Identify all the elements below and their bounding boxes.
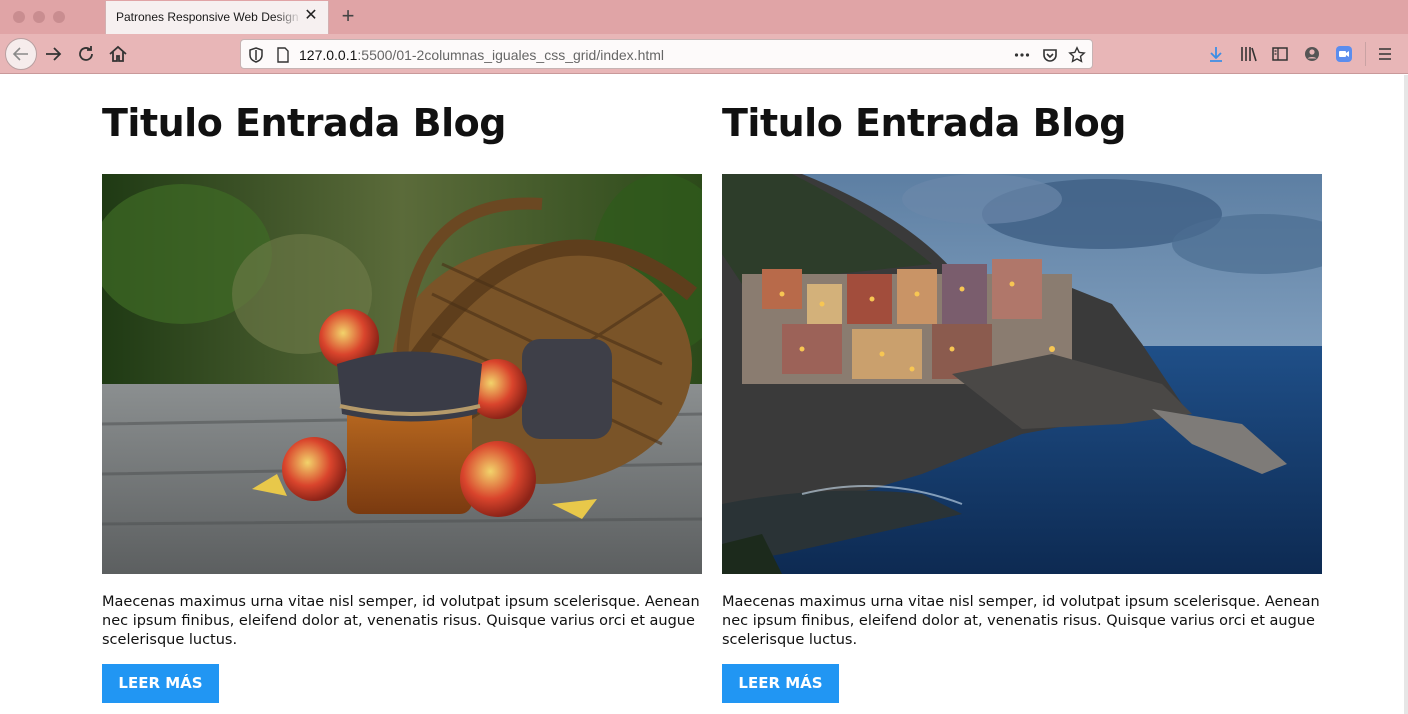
account-icon[interactable]	[1302, 44, 1322, 64]
page-icon[interactable]	[274, 46, 292, 64]
reload-icon[interactable]	[74, 42, 98, 66]
read-more-button[interactable]: LEER MÁS	[102, 664, 219, 703]
basket-apples-jam-photo	[102, 174, 702, 574]
entry-text: Maecenas maximus urna vitae nisl semper,…	[102, 594, 700, 648]
close-tab-icon[interactable]: ✕	[302, 7, 320, 25]
star-icon[interactable]	[1068, 46, 1086, 64]
browser-tab[interactable]: Patrones Responsive Web Design - ✕	[105, 1, 329, 34]
url-bar[interactable]: 127.0.0.1:5500/01-2columnas_iguales_css_…	[240, 39, 1093, 69]
pocket-icon[interactable]	[1041, 46, 1059, 64]
more-icon[interactable]	[1013, 46, 1031, 64]
coastal-village-night-photo	[722, 174, 1322, 574]
entry-title: Titulo Entrada Blog	[722, 101, 1126, 145]
library-icon[interactable]	[1238, 44, 1258, 64]
forward-icon[interactable]	[41, 42, 65, 66]
menu-icon[interactable]	[1375, 44, 1395, 64]
entry-title: Titulo Entrada Blog	[102, 101, 506, 145]
read-more-button[interactable]: LEER MÁS	[722, 664, 839, 703]
sidebar-icon[interactable]	[1270, 44, 1290, 64]
url-text[interactable]: 127.0.0.1:5500/01-2columnas_iguales_css_…	[299, 47, 664, 63]
tab-title: Patrones Responsive Web Design -	[116, 10, 302, 24]
navigation-bar: 127.0.0.1:5500/01-2columnas_iguales_css_…	[0, 34, 1408, 74]
tab-bar: Patrones Responsive Web Design - ✕ +	[0, 0, 1408, 34]
close-window-button[interactable]	[13, 11, 25, 23]
back-icon[interactable]	[5, 38, 37, 70]
minimize-window-button[interactable]	[33, 11, 45, 23]
entry-text: Maecenas maximus urna vitae nisl semper,…	[722, 594, 1320, 648]
download-icon[interactable]	[1206, 44, 1226, 64]
home-icon[interactable]	[106, 42, 130, 66]
scrollbar-track[interactable]	[1404, 75, 1408, 714]
zoom-icon[interactable]	[1334, 44, 1354, 64]
shield-icon[interactable]	[247, 46, 265, 64]
page-content: Titulo Entrada Blog Maecenas maximus urn…	[0, 75, 1404, 714]
zoom-window-button[interactable]	[53, 11, 65, 23]
new-tab-icon[interactable]: +	[337, 5, 359, 27]
toolbar-separator	[1365, 42, 1366, 66]
